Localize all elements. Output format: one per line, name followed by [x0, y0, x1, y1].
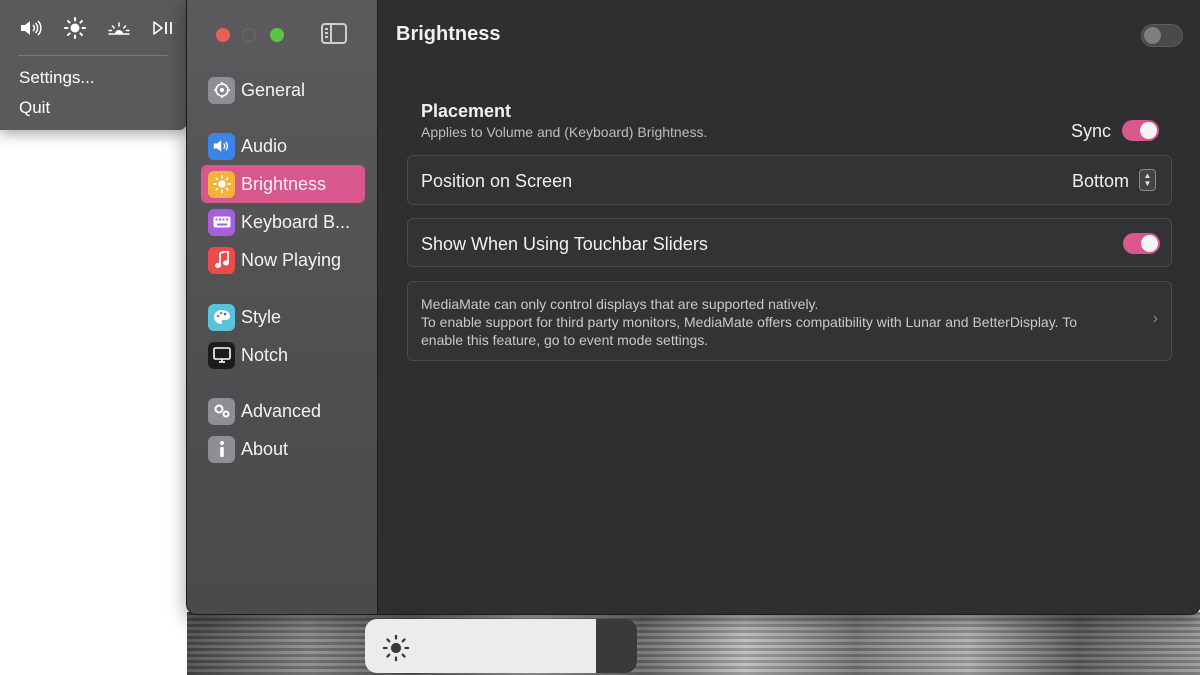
sidebar-item-label: About	[241, 438, 289, 459]
menu-bar-popup: Settings... Quit	[0, 0, 187, 130]
minimize-window-button[interactable]	[242, 28, 256, 42]
popup-chevrons-icon[interactable]: ▲ ▼	[1139, 169, 1156, 191]
sidebar-item-about[interactable]: About	[201, 430, 365, 468]
sun-icon[interactable]	[64, 17, 86, 39]
sidebar-toggle-icon[interactable]	[321, 23, 347, 44]
brightness-hud	[365, 619, 637, 673]
main-content: Brightness Placement Applies to Volume a…	[379, 0, 1200, 614]
speaker-icon	[208, 132, 235, 160]
wallpaper-texture	[187, 612, 1200, 675]
touchbar-sliders-row: Show When Using Touchbar Sliders	[407, 218, 1172, 267]
menu-item-settings[interactable]: Settings...	[19, 68, 95, 88]
settings-window: General Audio Brightness Keyboard B... N…	[187, 0, 1200, 614]
sidebar-item-label: Audio	[241, 135, 288, 156]
brightness-enable-toggle[interactable]	[1141, 24, 1183, 47]
play-pause-icon[interactable]	[152, 20, 174, 36]
touchbar-sliders-toggle[interactable]	[1123, 233, 1160, 254]
sidebar-item-notch[interactable]: Notch	[201, 336, 365, 374]
sunrise-icon[interactable]	[108, 20, 130, 36]
media-key-icons	[20, 16, 174, 40]
sync-toggle[interactable]	[1122, 120, 1159, 141]
sidebar: General Audio Brightness Keyboard B... N…	[187, 0, 378, 614]
sidebar-item-general[interactable]: General	[201, 71, 365, 109]
sidebar-item-audio[interactable]: Audio	[201, 127, 365, 165]
sidebar-item-label: Brightness	[241, 173, 327, 194]
sidebar-item-style[interactable]: Style	[201, 298, 365, 336]
info-text-line: To enable support for third party monito…	[421, 314, 1077, 330]
touchbar-sliders-label: Show When Using Touchbar Sliders	[421, 234, 708, 254]
desktop-wallpaper	[187, 612, 1200, 675]
zoom-window-button[interactable]	[270, 28, 284, 42]
placement-section-subtitle: Applies to Volume and (Keyboard) Brightn…	[421, 124, 708, 140]
sun-icon	[382, 634, 410, 667]
sidebar-item-label: Advanced	[241, 400, 322, 421]
sidebar-item-now-playing[interactable]: Now Playing	[201, 241, 365, 279]
sun-icon	[208, 170, 235, 198]
placement-section-title: Placement	[421, 101, 512, 121]
menu-item-quit[interactable]: Quit	[19, 98, 50, 118]
keyboard-icon	[208, 208, 235, 236]
sidebar-item-label: Style	[241, 306, 282, 327]
info-box[interactable]: MediaMate can only control displays that…	[407, 281, 1172, 361]
info-icon	[208, 435, 235, 463]
sidebar-item-keyboard-brightness[interactable]: Keyboard B...	[201, 203, 365, 241]
gear-icon	[208, 76, 235, 104]
menu-separator	[18, 55, 168, 56]
sidebar-item-label: General	[241, 79, 306, 100]
position-popup-value[interactable]: Bottom	[1072, 171, 1129, 192]
info-text-line: MediaMate can only control displays that…	[421, 296, 819, 312]
sidebar-item-label: Keyboard B...	[241, 211, 351, 232]
sidebar-item-label: Notch	[241, 344, 289, 365]
page-title: Brightness	[396, 23, 501, 45]
chevron-right-icon: ›	[1152, 310, 1158, 327]
sidebar-item-brightness[interactable]: Brightness	[201, 165, 365, 203]
display-icon	[208, 341, 235, 369]
music-note-icon	[208, 246, 235, 274]
sidebar-item-advanced[interactable]: Advanced	[201, 392, 365, 430]
info-text-line: enable this feature, go to event mode se…	[421, 332, 709, 348]
position-on-screen-row: Position on Screen Bottom ▲ ▼	[407, 155, 1172, 205]
speaker-icon[interactable]	[20, 20, 42, 36]
position-on-screen-label: Position on Screen	[421, 171, 573, 191]
sidebar-item-label: Now Playing	[241, 249, 342, 270]
palette-icon	[208, 303, 235, 331]
close-window-button[interactable]	[216, 28, 230, 42]
gears-icon	[208, 397, 235, 425]
sync-label: Sync	[1071, 121, 1112, 141]
